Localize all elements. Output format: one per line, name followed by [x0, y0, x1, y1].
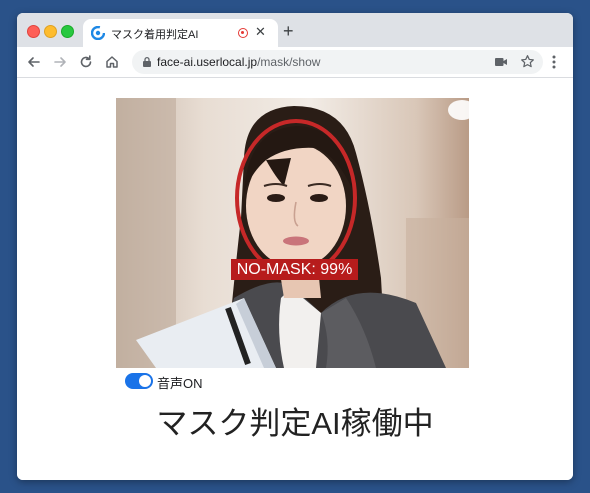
url-domain: face-ai.userlocal.jp: [157, 55, 258, 69]
browser-toolbar: face-ai.userlocal.jp/mask/show: [17, 47, 573, 78]
reload-icon[interactable]: [78, 54, 94, 70]
browser-window: マスク着用判定AI ✕ + face-ai.userlocal.jp/mask/…: [17, 13, 573, 480]
home-icon[interactable]: [104, 54, 120, 70]
close-window-button[interactable]: [27, 25, 40, 38]
tab-title: マスク着用判定AI: [111, 29, 199, 41]
toggle-knob: [139, 375, 151, 387]
site-favicon-icon: [91, 26, 105, 40]
bookmark-star-icon[interactable]: [520, 54, 535, 69]
back-arrow-icon[interactable]: [26, 54, 42, 70]
tab-close-button[interactable]: ✕: [255, 24, 266, 40]
tab-active[interactable]: マスク着用判定AI ✕: [83, 19, 278, 47]
voice-toggle-label: 音声ON: [157, 376, 203, 391]
url-text: face-ai.userlocal.jp/mask/show: [157, 55, 320, 69]
minimize-window-button[interactable]: [44, 25, 57, 38]
recording-indicator-icon: [238, 28, 248, 38]
detection-label: NO-MASK: 99%: [231, 259, 358, 280]
voice-toggle-switch[interactable]: [125, 373, 153, 389]
page-content: NO-MASK: 99% 音声ON マスク判定AI稼働中: [17, 78, 573, 480]
camera-feed: NO-MASK: 99%: [116, 98, 469, 368]
person-photo: [116, 98, 469, 368]
title-bar: マスク着用判定AI ✕ +: [17, 13, 573, 47]
forward-arrow-icon[interactable]: [52, 54, 68, 70]
lock-icon: [143, 56, 151, 67]
maximize-window-button[interactable]: [61, 25, 74, 38]
camera-in-use-icon[interactable]: [494, 56, 508, 68]
more-menu-icon[interactable]: [551, 54, 557, 70]
url-path: /mask/show: [257, 55, 321, 69]
new-tab-button[interactable]: +: [283, 22, 294, 40]
status-text: マスク判定AI稼働中: [156, 406, 434, 441]
address-bar[interactable]: face-ai.userlocal.jp/mask/show: [132, 50, 543, 74]
